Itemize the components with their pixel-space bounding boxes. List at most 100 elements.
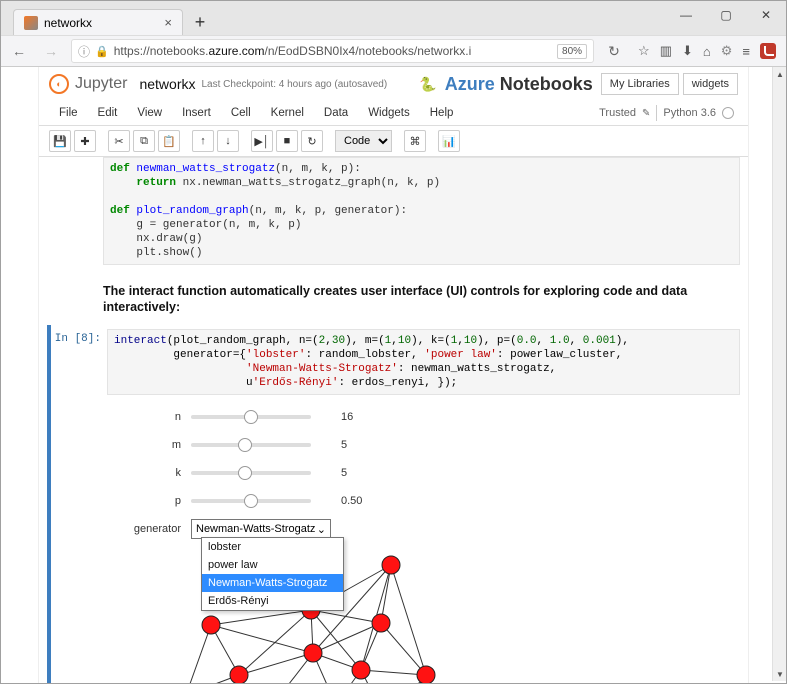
graph-node xyxy=(352,661,370,679)
graph-node xyxy=(304,644,322,662)
insert-cell-button[interactable]: ✚ xyxy=(74,130,96,152)
edit-trusted-icon[interactable]: ✎ xyxy=(642,108,650,119)
slider-m[interactable] xyxy=(191,443,311,447)
download-icon[interactable]: ⬇ xyxy=(682,43,693,59)
url-box[interactable]: ⓘ 🔒 https://notebooks.azure.com/n/EodDSB… xyxy=(71,39,594,63)
move-down-button[interactable]: ↓ xyxy=(217,130,239,152)
notebook-name[interactable]: networkx xyxy=(139,76,195,92)
move-up-button[interactable]: ↑ xyxy=(192,130,214,152)
url-host: azure.com xyxy=(208,44,264,58)
generator-row: generator Newman-Watts-Strogatz ⌄ lobste… xyxy=(111,517,740,541)
menu-bar: FileEditViewInsertCellKernelDataWidgetsH… xyxy=(39,101,748,126)
notebook-header: ◐ Jupyter networkx Last Checkpoint: 4 ho… xyxy=(39,67,748,101)
menu-insert[interactable]: Insert xyxy=(172,101,221,125)
browser-window: networkx × + — ▢ ✕ ← → ⓘ 🔒 https://noteb… xyxy=(0,0,787,684)
header-left: ◐ Jupyter networkx Last Checkpoint: 4 ho… xyxy=(49,74,387,94)
reload-button[interactable]: ↻ xyxy=(602,39,626,63)
code-snippet-top: def newman_watts_strogatz(n, m, k, p): r… xyxy=(103,157,740,265)
save-button[interactable]: 💾 xyxy=(49,130,71,152)
url-text: https://notebooks.azure.com/n/EodDSBN0Ix… xyxy=(114,44,552,58)
cell-code[interactable]: interact(plot_random_graph, n=(2,30), m=… xyxy=(107,329,740,395)
slider-m-label: m xyxy=(111,439,191,451)
new-tab-button[interactable]: + xyxy=(187,9,213,35)
menu-kernel[interactable]: Kernel xyxy=(261,101,314,125)
paste-button[interactable]: 📋 xyxy=(158,130,180,152)
menu-view[interactable]: View xyxy=(127,101,172,125)
celltype-select[interactable]: Code xyxy=(335,130,392,152)
command-palette-button[interactable]: ⌘ xyxy=(404,130,426,152)
info-icon[interactable]: ⓘ xyxy=(78,43,90,60)
azure-notebooks-label: Azure Notebooks xyxy=(445,74,593,95)
slider-p-row: p 0.50 xyxy=(111,489,740,513)
scroll-down-icon[interactable]: ▼ xyxy=(773,667,786,681)
close-tab-icon[interactable]: × xyxy=(164,15,172,30)
slider-k[interactable] xyxy=(191,471,311,475)
toolbar-icons: ☆ ▥ ⬇ ⌂ ⚙ ≡ xyxy=(634,43,780,59)
bookmark-icon[interactable]: ☆ xyxy=(638,43,650,59)
kernel-indicator-icon xyxy=(722,107,734,119)
slider-m-value: 5 xyxy=(341,439,381,451)
ublock-icon[interactable] xyxy=(760,43,776,59)
menu-icon[interactable]: ≡ xyxy=(742,44,750,59)
url-prefix: https://notebooks. xyxy=(114,44,209,58)
slider-p-value: 0.50 xyxy=(341,495,381,507)
markdown-paragraph: The interact function automatically crea… xyxy=(103,283,740,315)
trusted-label[interactable]: Trusted xyxy=(599,107,636,119)
copy-button[interactable]: ⧉ xyxy=(133,130,155,152)
cut-button[interactable]: ✂ xyxy=(108,130,130,152)
scroll-up-icon[interactable]: ▲ xyxy=(773,67,786,81)
browser-tab[interactable]: networkx × xyxy=(13,9,183,35)
graph-edge xyxy=(381,623,426,675)
graph-node xyxy=(230,666,248,683)
slider-k-row: k 5 xyxy=(111,461,740,485)
generator-option[interactable]: power law xyxy=(202,556,343,574)
generator-dropdown[interactable]: Newman-Watts-Strogatz ⌄ xyxy=(191,519,331,539)
slider-p-label: p xyxy=(111,495,191,507)
graph-edge xyxy=(211,610,311,625)
python-logo-icon: 🐍 xyxy=(419,76,436,93)
menu-cell[interactable]: Cell xyxy=(221,101,261,125)
my-libraries-button[interactable]: My Libraries xyxy=(601,73,679,95)
notebook-container: ◐ Jupyter networkx Last Checkpoint: 4 ho… xyxy=(38,67,749,683)
url-path: /n/EodDSBN0Ix4/notebooks/networkx.i xyxy=(264,44,471,58)
notebook-body[interactable]: def newman_watts_strogatz(n, m, k, p): r… xyxy=(39,157,748,683)
menu-edit[interactable]: Edit xyxy=(88,101,128,125)
zoom-indicator[interactable]: 80% xyxy=(557,44,587,59)
chart-button[interactable]: 📊 xyxy=(438,130,460,152)
graph-node xyxy=(417,666,435,683)
slider-p[interactable] xyxy=(191,499,311,503)
titlebar: networkx × + — ▢ ✕ xyxy=(1,1,786,35)
notebook-toolbar: 💾 ✚ ✂ ⧉ 📋 ↑ ↓ ▶│ ■ ↻ Code ⌘ xyxy=(39,126,748,157)
jupyter-favicon xyxy=(24,16,38,30)
forward-button[interactable]: → xyxy=(39,39,63,63)
generator-option[interactable]: Newman-Watts-Strogatz xyxy=(202,574,343,592)
library-icon[interactable]: ▥ xyxy=(660,43,672,59)
back-button[interactable]: ← xyxy=(7,39,31,63)
menus: FileEditViewInsertCellKernelDataWidgetsH… xyxy=(49,101,463,125)
generator-option[interactable]: lobster xyxy=(202,538,343,556)
widgets-button[interactable]: widgets xyxy=(683,73,738,95)
menu-help[interactable]: Help xyxy=(420,101,464,125)
stop-button[interactable]: ■ xyxy=(276,130,298,152)
tab-strip: networkx × + xyxy=(1,9,213,35)
input-cell-8[interactable]: In [8]: interact(plot_random_graph, n=(2… xyxy=(47,325,740,683)
restart-button[interactable]: ↻ xyxy=(301,130,323,152)
slider-n[interactable] xyxy=(191,415,311,419)
generator-option[interactable]: Erdős-Rényi xyxy=(202,592,343,610)
minimize-button[interactable]: — xyxy=(666,1,706,29)
home-icon[interactable]: ⌂ xyxy=(703,44,711,59)
generator-dropdown-panel: lobsterpower lawNewman-Watts-StrogatzErd… xyxy=(201,537,344,611)
graph-node xyxy=(382,556,400,574)
slider-m-row: m 5 xyxy=(111,433,740,457)
azure-prefix: Azure xyxy=(445,74,495,94)
menu-file[interactable]: File xyxy=(49,101,88,125)
menu-data[interactable]: Data xyxy=(314,101,358,125)
menu-widgets[interactable]: Widgets xyxy=(358,101,420,125)
run-button[interactable]: ▶│ xyxy=(251,130,273,152)
page-scrollbar[interactable]: ▲ ▼ xyxy=(772,67,786,681)
close-window-button[interactable]: ✕ xyxy=(746,1,786,29)
maximize-button[interactable]: ▢ xyxy=(706,1,746,29)
slider-n-label: n xyxy=(111,411,191,423)
kernel-label[interactable]: Python 3.6 xyxy=(663,107,716,119)
extension-icon[interactable]: ⚙ xyxy=(721,43,733,59)
